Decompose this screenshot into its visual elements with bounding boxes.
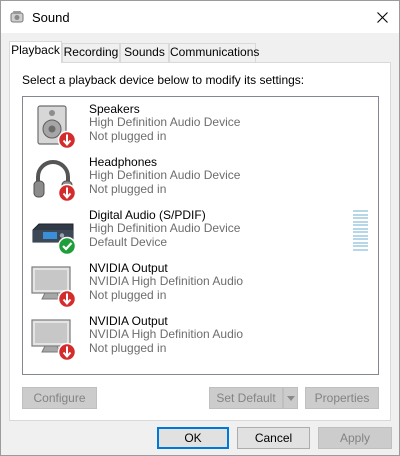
device-item-headphones[interactable]: Headphones High Definition Audio Device … xyxy=(23,153,378,206)
device-list[interactable]: Speakers High Definition Audio Device No… xyxy=(22,96,379,375)
properties-button[interactable]: Properties xyxy=(305,387,379,409)
sound-dialog: Sound Playback Recording Sounds Communic… xyxy=(0,0,400,456)
device-name: NVIDIA Output xyxy=(89,261,168,275)
tab-recording[interactable]: Recording xyxy=(62,43,120,62)
device-status: Not plugged in xyxy=(89,128,167,143)
volume-level-meter xyxy=(353,210,368,252)
close-icon xyxy=(376,11,388,23)
tab-communications[interactable]: Communications xyxy=(169,43,259,62)
title-bar: Sound xyxy=(1,1,399,33)
cancel-button[interactable]: Cancel xyxy=(237,427,310,449)
device-item-nvidia-output-1[interactable]: NVIDIA Output NVIDIA High Definition Aud… xyxy=(23,259,378,312)
set-default-button[interactable]: Set Default xyxy=(209,387,283,409)
device-status: Not plugged in xyxy=(89,181,167,196)
device-description: High Definition Audio Device xyxy=(89,221,241,236)
sound-app-icon xyxy=(10,11,24,23)
speaker-icon xyxy=(37,105,77,150)
tab-playback[interactable]: Playback xyxy=(9,41,62,63)
device-status: Not plugged in xyxy=(89,287,167,302)
device-name: Speakers xyxy=(89,102,140,116)
monitor-icon xyxy=(31,266,77,309)
playback-panel: Select a playback device below to modify… xyxy=(9,62,391,421)
instructions-text: Select a playback device below to modify… xyxy=(22,73,305,87)
close-button[interactable] xyxy=(365,1,399,33)
device-name: Digital Audio (S/PDIF) xyxy=(89,208,206,222)
monitor-icon xyxy=(31,319,77,362)
device-description: High Definition Audio Device xyxy=(89,168,241,183)
device-description: High Definition Audio Device xyxy=(89,115,241,130)
configure-button[interactable]: Configure xyxy=(22,387,97,409)
apply-button[interactable]: Apply xyxy=(318,427,392,449)
device-status: Not plugged in xyxy=(89,340,167,355)
device-status: Default Device xyxy=(89,234,168,249)
device-description: NVIDIA High Definition Audio xyxy=(89,327,244,342)
device-description: NVIDIA High Definition Audio xyxy=(89,274,244,289)
device-item-speakers[interactable]: Speakers High Definition Audio Device No… xyxy=(23,100,378,153)
set-default-dropdown[interactable] xyxy=(283,387,298,409)
device-name: Headphones xyxy=(89,155,158,169)
ok-button[interactable]: OK xyxy=(157,427,229,449)
tab-sounds[interactable]: Sounds xyxy=(120,43,169,62)
device-name: NVIDIA Output xyxy=(89,314,168,328)
window-title: Sound xyxy=(32,10,70,25)
digital-audio-icon xyxy=(32,223,77,256)
device-item-digital-audio[interactable]: Digital Audio (S/PDIF) High Definition A… xyxy=(23,206,378,259)
headphones-icon xyxy=(33,160,77,203)
device-item-nvidia-output-2[interactable]: NVIDIA Output NVIDIA High Definition Aud… xyxy=(23,312,378,365)
chevron-down-icon xyxy=(286,395,295,401)
